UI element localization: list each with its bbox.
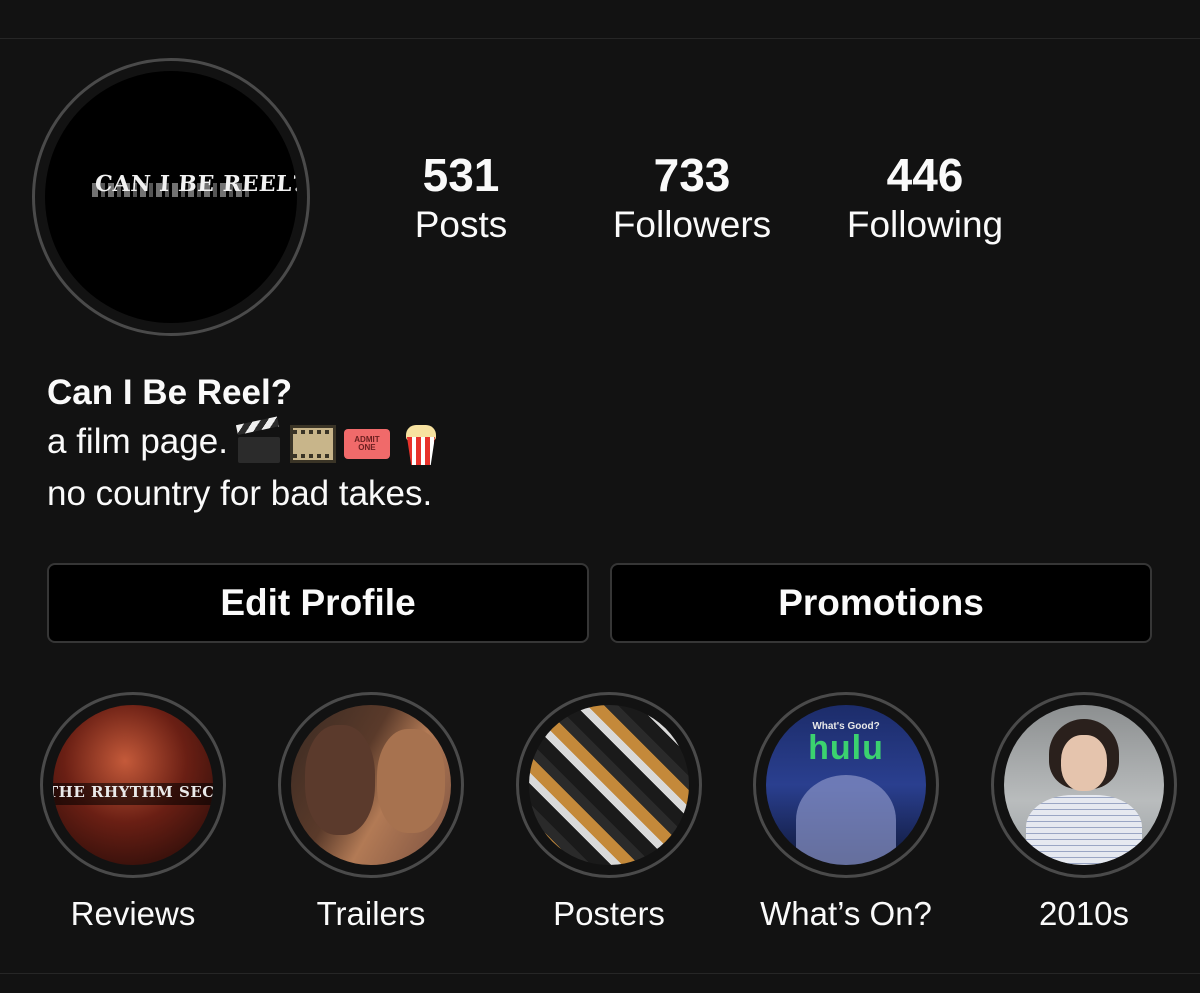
bio-line-2: no country for bad takes. xyxy=(47,474,433,513)
ticket-text-one: ONE xyxy=(358,443,376,452)
highlight-cover-2010s xyxy=(1004,705,1164,865)
highlight-label: What’s On? xyxy=(760,895,932,932)
followers-count: 733 xyxy=(653,149,731,201)
edit-profile-button[interactable]: Edit Profile xyxy=(47,563,589,643)
highlight-posters[interactable]: Posters xyxy=(516,692,702,934)
profile-bio: Can I Be Reel? a film page. ADMIT ONE no… xyxy=(47,370,444,520)
clapper-board-icon xyxy=(235,416,282,465)
profile-avatar[interactable]: CAN I BE REEL? xyxy=(32,58,310,336)
posts-count: 531 xyxy=(422,149,500,201)
following-label: Following xyxy=(846,204,1004,245)
highlight-ring xyxy=(278,692,464,878)
highlight-ring xyxy=(516,692,702,878)
popcorn-icon xyxy=(398,419,444,465)
avatar-image: CAN I BE REEL? xyxy=(45,71,297,323)
highlight-ring: THE RHYTHM SECTION xyxy=(40,692,226,878)
highlight-label: 2010s xyxy=(1039,895,1129,932)
highlight-label: Reviews xyxy=(70,895,196,932)
highlight-ring: What's Good? hulu xyxy=(753,692,939,878)
highlight-label: Posters xyxy=(553,895,665,932)
following-count: 446 xyxy=(886,149,964,201)
highlight-trailers[interactable]: Trailers xyxy=(278,692,464,934)
posts-label: Posts xyxy=(414,204,508,245)
highlight-cover-trailers xyxy=(291,705,451,865)
stat-posts[interactable]: 531 Posts xyxy=(396,148,526,248)
ticket-icon: ADMIT ONE xyxy=(343,419,390,465)
highlight-label: Trailers xyxy=(316,895,426,932)
hulu-logo: hulu xyxy=(808,729,884,767)
highlight-ring xyxy=(991,692,1177,878)
top-divider xyxy=(0,38,1200,39)
profile-name: Can I Be Reel? xyxy=(47,373,293,412)
highlight-whats-on[interactable]: What's Good? hulu What’s On? xyxy=(753,692,939,934)
bio-text-1: a film page. xyxy=(47,422,228,461)
bio-line-1: a film page. ADMIT ONE xyxy=(47,416,444,468)
highlight-reviews[interactable]: THE RHYTHM SECTION Reviews xyxy=(40,692,226,934)
reviews-cover-text: THE RHYTHM SECTION xyxy=(53,783,213,801)
highlight-cover-whats-on: What's Good? hulu xyxy=(766,705,926,865)
promotions-button[interactable]: Promotions xyxy=(610,563,1152,643)
film-frames-icon xyxy=(289,419,336,465)
highlight-2010s[interactable]: 2010s xyxy=(991,692,1177,934)
highlight-cover-reviews: THE RHYTHM SECTION xyxy=(53,705,213,865)
stat-following[interactable]: 446 Following xyxy=(830,148,1020,248)
stat-followers[interactable]: 733 Followers xyxy=(597,148,787,248)
followers-label: Followers xyxy=(612,204,772,245)
avatar-logo-text: CAN I BE REEL? xyxy=(94,171,297,197)
bottom-divider xyxy=(0,973,1200,974)
highlight-cover-posters xyxy=(529,705,689,865)
